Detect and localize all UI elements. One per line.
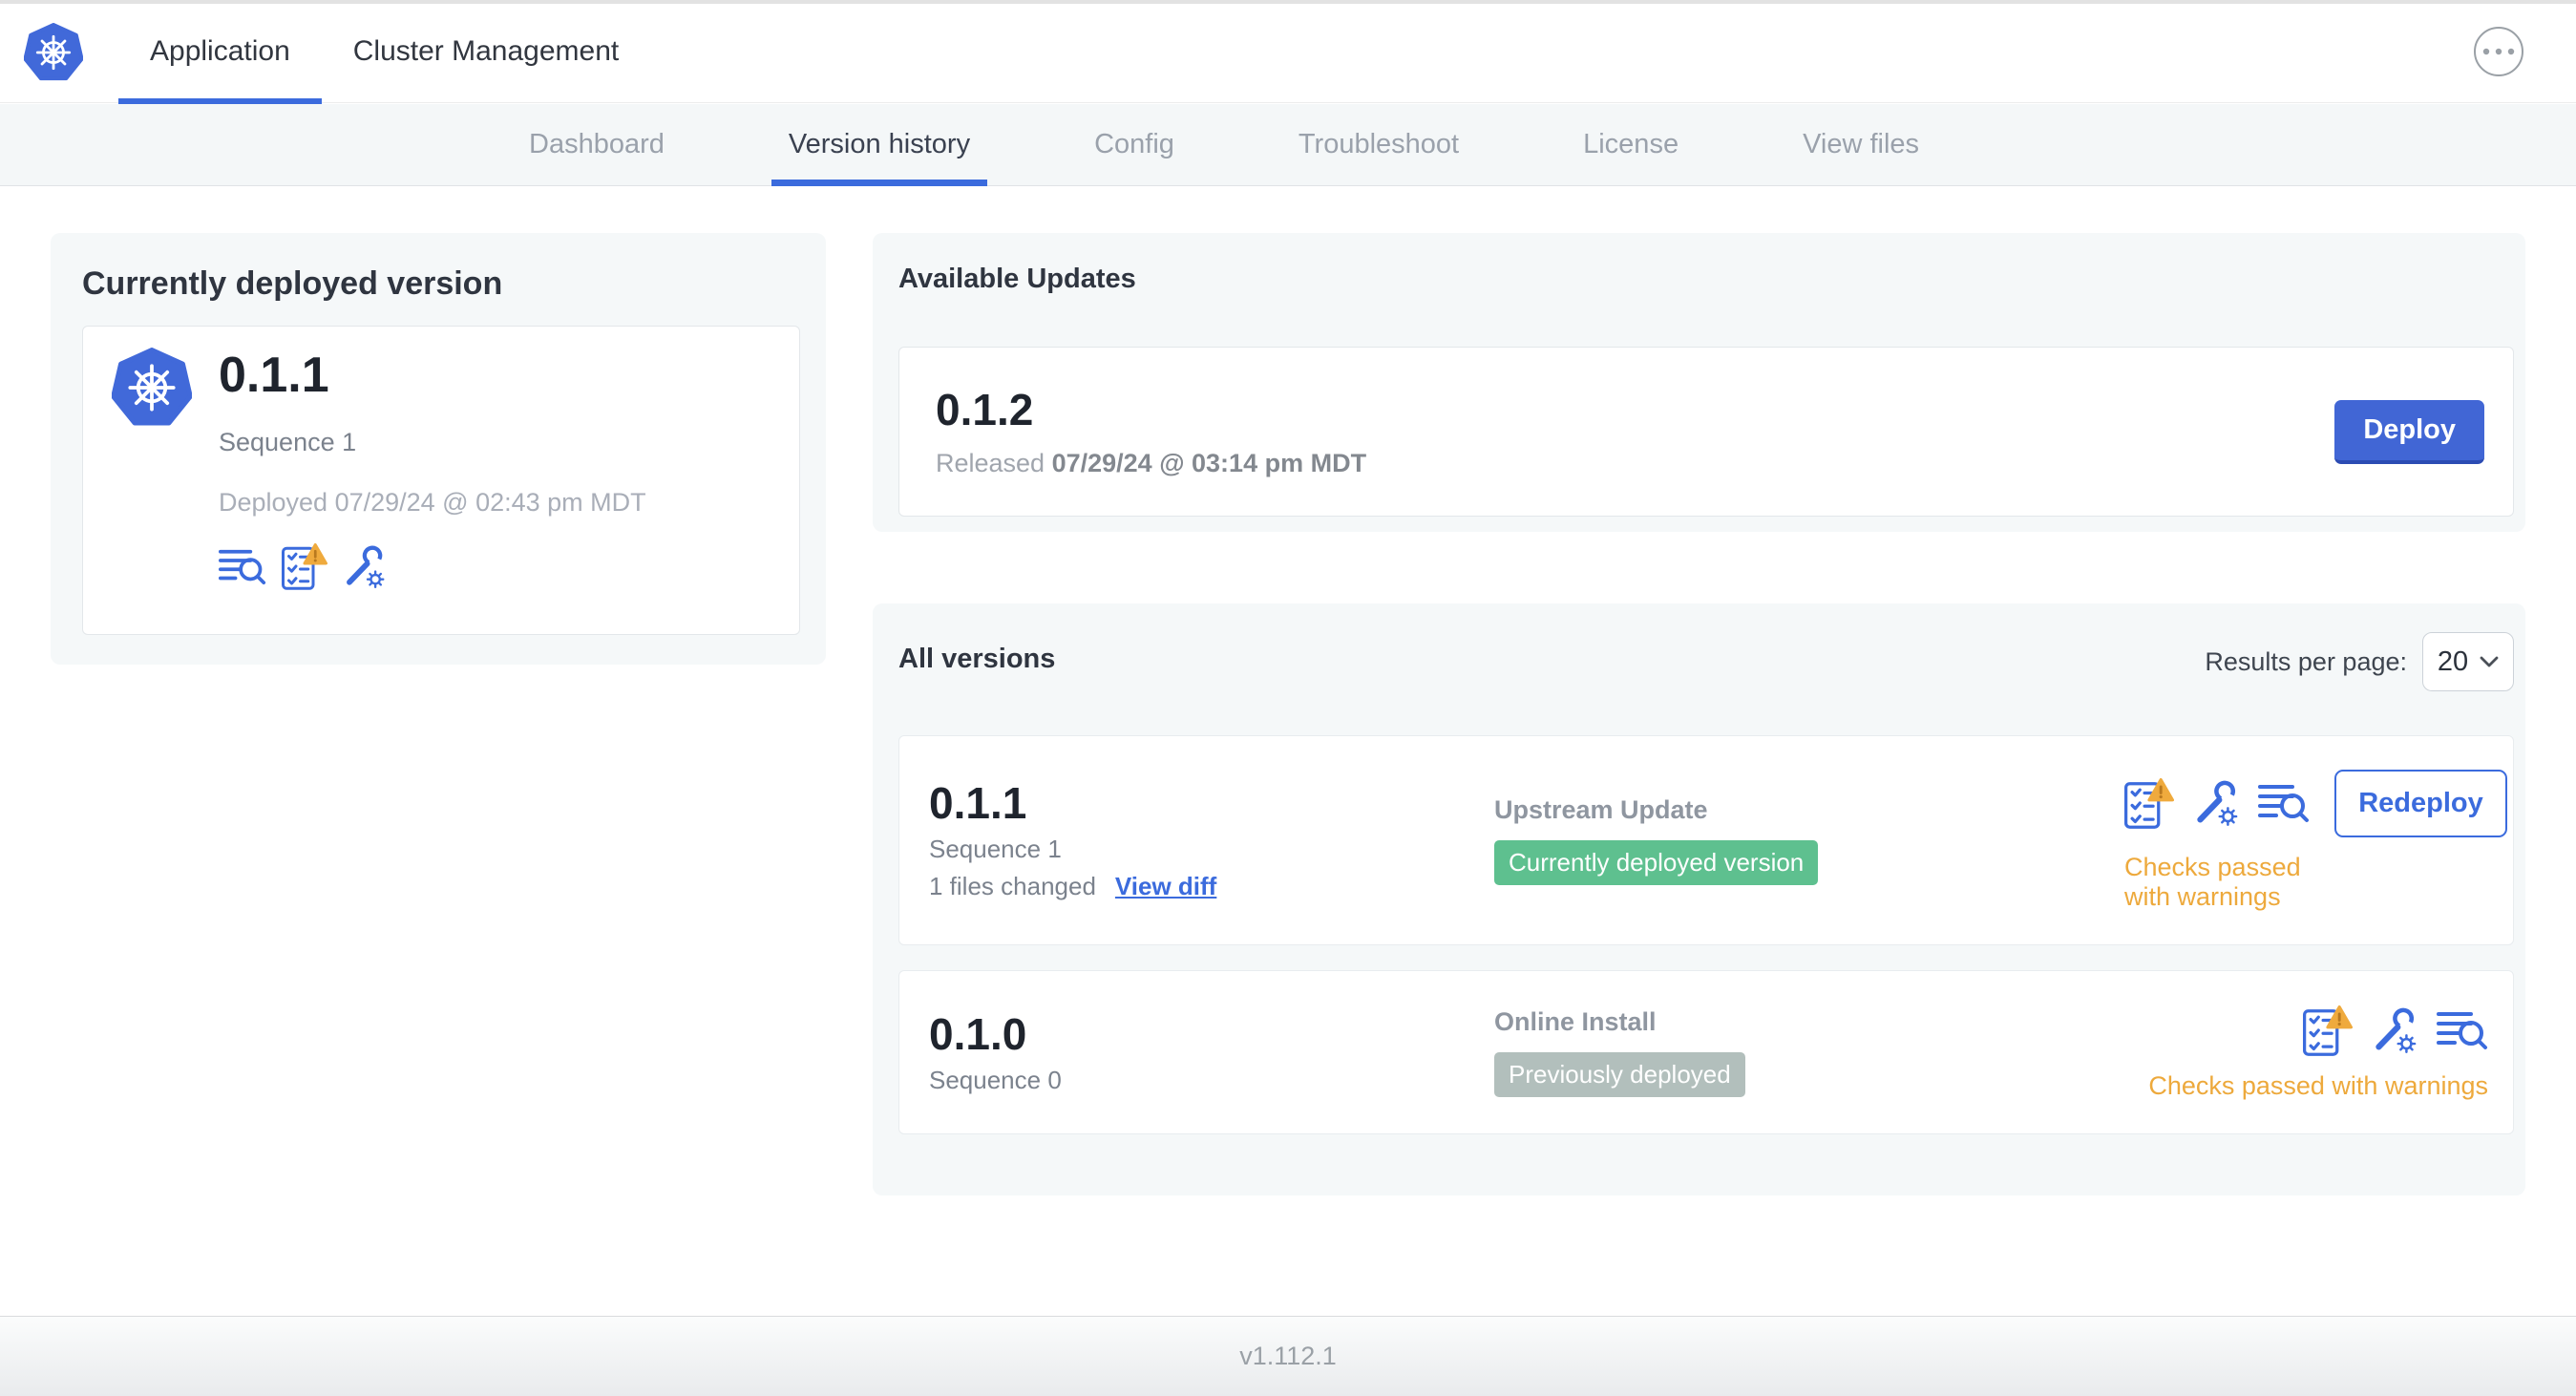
subnav-item-view-files[interactable]: View files [1785, 104, 1936, 185]
available-updates-title: Available Updates [898, 264, 1136, 294]
subnav-license-label: License [1583, 129, 1679, 159]
chevron-down-icon [2480, 656, 2499, 667]
current-version-deployed-date: Deployed 07/29/24 @ 02:43 pm MDT [219, 488, 646, 517]
tab-application[interactable]: Application [118, 0, 322, 104]
all-versions-title: All versions [898, 644, 1056, 674]
edit-config-icon[interactable] [343, 544, 386, 589]
available-updates-panel: Available Updates 0.1.2 Released 07/29/2… [873, 233, 2525, 532]
available-update-card: 0.1.2 Released 07/29/24 @ 03:14 pm MDT D… [898, 347, 2514, 517]
app-footer: v1.112.1 [0, 1316, 2576, 1396]
tab-application-label: Application [150, 35, 290, 67]
checks-status-text: Checks passed with warnings [2124, 852, 2301, 911]
tab-cluster-management[interactable]: Cluster Management [322, 0, 650, 103]
row-files-changed-line: 1 files changed View diff [929, 872, 1494, 901]
overflow-menu-button[interactable] [2474, 27, 2523, 76]
update-version-number: 0.1.2 [936, 384, 1034, 434]
row-actions: Redeploy Checks passed with warnings [2124, 769, 2507, 912]
subnav-item-dashboard[interactable]: Dashboard [512, 104, 682, 185]
view-logs-icon[interactable] [2258, 782, 2310, 824]
subnav-item-config[interactable]: Config [1077, 104, 1192, 185]
admin-console-page: Application Cluster Management Dashboard… [0, 0, 2576, 1396]
row-sequence: Sequence 0 [929, 1065, 1062, 1094]
checks-status-text: Checks passed with warnings [2148, 1070, 2488, 1100]
ellipsis-icon [2482, 48, 2515, 55]
row-source-info: Upstream Update Currently deployed versi… [1494, 795, 2124, 885]
subnav-item-troubleshoot[interactable]: Troubleshoot [1281, 104, 1476, 185]
view-logs-icon[interactable] [2437, 1009, 2488, 1051]
kubernetes-logo-icon [24, 23, 83, 82]
version-row-0-1-0: 0.1.0 Sequence 0 Online Install Previous… [898, 970, 2514, 1134]
version-row-0-1-1: 0.1.1 Sequence 1 1 files changed View di… [898, 735, 2514, 945]
row-version-info: 0.1.0 Sequence 0 [929, 1010, 1494, 1095]
status-badge: Currently deployed version [1494, 840, 1819, 885]
status-badge: Previously deployed [1494, 1052, 1745, 1097]
subnav-version-history-label: Version history [788, 129, 971, 159]
top-divider [0, 0, 2576, 4]
current-version-number: 0.1.1 [219, 348, 329, 403]
tab-cluster-management-label: Cluster Management [352, 35, 620, 67]
row-version-number: 0.1.1 [929, 778, 1027, 828]
row-source: Upstream Update [1494, 795, 1708, 824]
app-subnav: Dashboard Version history Config Trouble… [0, 104, 2576, 186]
currently-deployed-card: 0.1.1 Sequence 1 Deployed 07/29/24 @ 02:… [82, 326, 800, 635]
results-per-page-select[interactable]: 20 [2422, 632, 2514, 691]
edit-config-icon[interactable] [2372, 1006, 2418, 1054]
app-header: Application Cluster Management [0, 0, 2576, 104]
row-action-icons: Redeploy [2124, 769, 2507, 837]
preflight-checks-warning-icon[interactable] [2124, 777, 2174, 829]
main-tabs: Application Cluster Management [118, 0, 650, 104]
currently-deployed-title: Currently deployed version [82, 265, 503, 302]
released-date: 07/29/24 @ 03:14 pm MDT [1051, 448, 1367, 477]
all-versions-panel: All versions Results per page: 20 0.1.1 … [873, 603, 2525, 1195]
released-prefix: Released [936, 448, 1052, 477]
subnav-config-label: Config [1094, 129, 1174, 159]
current-version-sequence: Sequence 1 [219, 428, 357, 456]
update-released-line: Released 07/29/24 @ 03:14 pm MDT [936, 449, 1366, 478]
view-diff-link[interactable]: View diff [1115, 872, 1216, 901]
row-sequence: Sequence 1 [929, 835, 1062, 863]
results-per-page-value: 20 [2437, 645, 2469, 677]
preflight-checks-warning-icon[interactable] [282, 542, 327, 590]
files-changed-text: 1 files changed [929, 872, 1096, 900]
kubernetes-app-icon [112, 348, 192, 428]
edit-config-icon[interactable] [2193, 779, 2239, 827]
view-logs-icon[interactable] [219, 547, 266, 586]
main-content: Currently deployed version 0.1.1 Sequenc… [0, 187, 2576, 1316]
available-update-details: 0.1.2 Released 07/29/24 @ 03:14 pm MDT [936, 386, 1366, 478]
currently-deployed-details: 0.1.1 Sequence 1 Deployed 07/29/24 @ 02:… [219, 348, 646, 634]
currently-deployed-panel: Currently deployed version 0.1.1 Sequenc… [51, 233, 826, 665]
version-rows: 0.1.1 Sequence 1 1 files changed View di… [898, 735, 2514, 1134]
subnav-items: Dashboard Version history Config Trouble… [512, 104, 1936, 186]
row-version-number: 0.1.0 [929, 1008, 1027, 1059]
deploy-button[interactable]: Deploy [2334, 399, 2484, 464]
subnav-dashboard-label: Dashboard [529, 129, 665, 159]
results-per-page: Results per page: 20 [2205, 632, 2514, 691]
subnav-item-license[interactable]: License [1566, 104, 1696, 185]
row-source: Online Install [1494, 1007, 1657, 1036]
current-version-actions [219, 542, 646, 590]
subnav-view-files-label: View files [1803, 129, 1920, 159]
results-per-page-label: Results per page: [2205, 646, 2407, 676]
row-actions: Checks passed with warnings [2124, 1005, 2488, 1101]
subnav-item-version-history[interactable]: Version history [771, 104, 988, 186]
redeploy-button[interactable]: Redeploy [2334, 769, 2507, 837]
subnav-troubleshoot-label: Troubleshoot [1298, 129, 1460, 159]
row-version-info: 0.1.1 Sequence 1 1 files changed View di… [929, 779, 1494, 901]
row-source-info: Online Install Previously deployed [1494, 1007, 2124, 1097]
preflight-checks-warning-icon[interactable] [2303, 1005, 2353, 1056]
console-version-text: v1.112.1 [1239, 1342, 1337, 1370]
row-action-icons [2303, 1005, 2488, 1056]
